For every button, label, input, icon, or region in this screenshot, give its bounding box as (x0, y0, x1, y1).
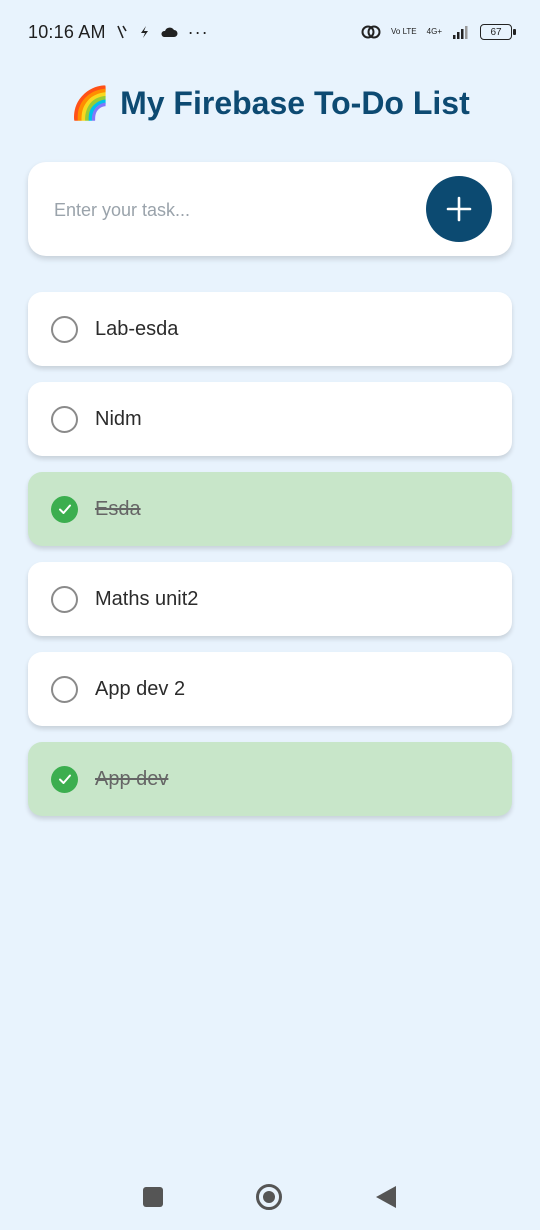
flash-icon (138, 25, 150, 39)
rainbow-icon: 🌈 (70, 85, 111, 121)
checked-circle-icon[interactable] (51, 495, 78, 523)
task-item[interactable]: App dev (28, 742, 512, 816)
unchecked-circle-icon[interactable] (51, 315, 78, 343)
task-label: Lab-esda (95, 317, 179, 340)
plus-icon (445, 195, 473, 223)
task-label: Nidm (95, 407, 142, 430)
task-label: App dev 2 (95, 677, 186, 700)
unchecked-circle-icon[interactable] (51, 675, 78, 703)
link-icon (361, 24, 381, 40)
network-type: 4G+ (426, 27, 442, 36)
more-notifications-icon: ··· (187, 21, 209, 42)
task-input-card (28, 162, 512, 256)
add-task-button[interactable] (426, 176, 492, 242)
battery-icon: 67 (480, 24, 516, 40)
task-label: Esda (95, 497, 141, 520)
page-title: 🌈 My Firebase To-Do List (0, 84, 540, 122)
task-item[interactable]: Lab-esda (28, 292, 512, 366)
task-item[interactable]: App dev 2 (28, 652, 512, 726)
recents-icon[interactable] (143, 1187, 163, 1207)
vibrate-icon (116, 25, 128, 39)
status-bar: 10:16 AM ··· Vo LTE 4G+ 67 (0, 0, 540, 64)
signal-icon (452, 25, 470, 39)
checked-circle-icon[interactable] (51, 765, 78, 793)
task-item[interactable]: Esda (28, 472, 512, 546)
status-time: 10:16 AM (28, 21, 106, 42)
unchecked-circle-icon[interactable] (51, 405, 78, 433)
task-list: Lab-esda Nidm Esda Maths unit2 App dev 2 App … (28, 292, 512, 832)
task-item[interactable]: Maths unit2 (28, 562, 512, 636)
status-left: 10:16 AM ··· (28, 22, 209, 43)
task-label: Maths unit2 (95, 587, 199, 610)
back-icon[interactable] (376, 1186, 396, 1208)
task-item[interactable]: Nidm (28, 382, 512, 456)
volte-badge: Vo LTE (391, 27, 417, 36)
unchecked-circle-icon[interactable] (51, 585, 78, 613)
task-input[interactable] (52, 192, 416, 228)
home-icon[interactable] (256, 1184, 282, 1210)
status-right: Vo LTE 4G+ 67 (361, 24, 516, 40)
page-title-text: My Firebase To-Do List (120, 85, 470, 121)
navigation-bar (0, 1168, 540, 1228)
cloud-icon (160, 26, 178, 38)
task-label: App dev (95, 767, 169, 790)
